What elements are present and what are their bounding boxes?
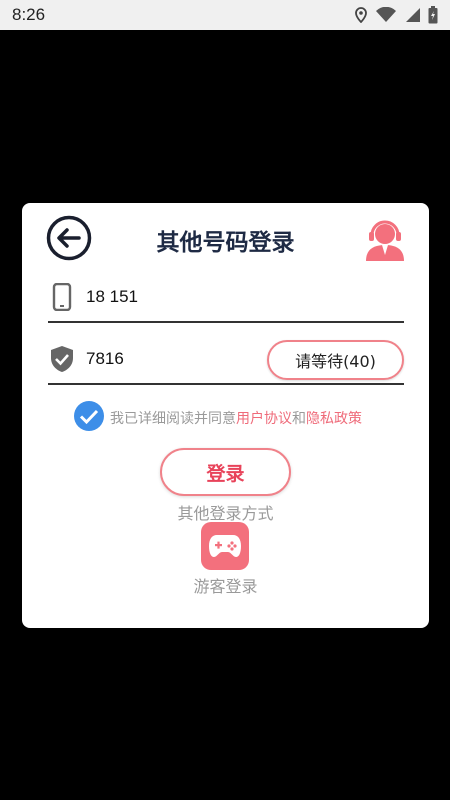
phone-icon bbox=[48, 283, 76, 311]
login-button[interactable]: 登录 bbox=[160, 448, 291, 496]
guest-login-button[interactable] bbox=[201, 522, 249, 570]
phone-input[interactable]: 18 151 bbox=[86, 287, 138, 307]
agreement-row: 我已详细阅读并同意 用户协议 和 隐私政策 bbox=[74, 401, 362, 435]
agreement-and: 和 bbox=[292, 411, 306, 427]
signal-icon bbox=[404, 7, 420, 23]
privacy-policy-link[interactable]: 隐私政策 bbox=[306, 408, 362, 428]
gamepad-icon bbox=[209, 535, 241, 557]
customer-service-icon bbox=[366, 220, 404, 261]
login-dialog: 其他号码登录 18 151 7816 请等待(40) 我已详细阅读并同意 用户协… bbox=[22, 203, 429, 628]
shield-check-icon bbox=[48, 345, 76, 373]
guest-login-label: 游客登录 bbox=[193, 577, 258, 596]
phone-row[interactable]: 18 151 bbox=[48, 273, 404, 323]
status-icons bbox=[354, 6, 438, 24]
code-input[interactable]: 7816 bbox=[86, 349, 124, 369]
checkmark-icon bbox=[74, 401, 104, 431]
status-time: 8:26 bbox=[12, 5, 46, 24]
agreement-checkbox[interactable] bbox=[74, 401, 110, 435]
resend-wait-button[interactable]: 请等待(40) bbox=[267, 340, 404, 380]
other-login-label: 其他登录方式 bbox=[177, 504, 274, 523]
battery-icon bbox=[428, 6, 438, 24]
wifi-icon bbox=[376, 7, 396, 23]
customer-service-button[interactable] bbox=[362, 215, 408, 261]
location-icon bbox=[354, 7, 368, 23]
status-bar: 8:26 bbox=[0, 0, 450, 30]
agreement-text: 我已详细阅读并同意 bbox=[110, 411, 236, 427]
user-agreement-link[interactable]: 用户协议 bbox=[236, 408, 292, 428]
code-row[interactable]: 7816 请等待(40) bbox=[48, 335, 404, 385]
